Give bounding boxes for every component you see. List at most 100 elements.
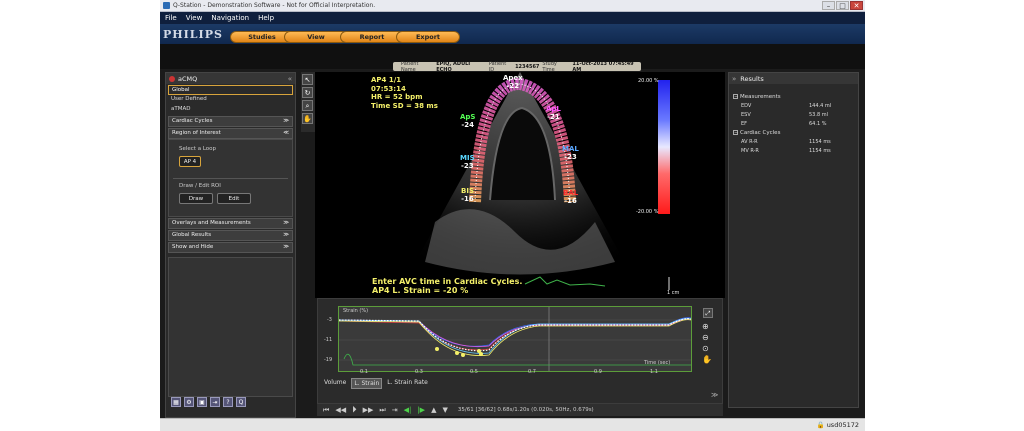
zoom-icon[interactable]: ⌕ — [302, 100, 313, 111]
zoom-in-icon[interactable]: ⊕ — [702, 322, 716, 331]
chevron-down-icon[interactable]: ≫ — [711, 391, 718, 399]
mark-icon[interactable]: ⇥ — [392, 406, 398, 414]
segment-bis: BIS -16 — [461, 187, 474, 203]
qlab-icon[interactable]: Q — [236, 397, 246, 407]
menu-navigation[interactable]: Navigation — [211, 14, 249, 22]
segment-mis: MIS -23 — [460, 154, 475, 170]
status-bar: 🔒 usd05172 — [160, 418, 865, 431]
study-time: 11-Oct-2013 07:45:49 AM — [572, 60, 634, 73]
ytick: -19 — [324, 357, 333, 363]
status-message: Enter AVC time in Cardiac Cycles. AP4 L.… — [372, 277, 523, 295]
collapse-icon[interactable]: « — [288, 75, 292, 83]
section-overlays[interactable]: Overlays and Measurements ≫ — [168, 217, 293, 229]
header-bar: PHILIPS Studies View Report Export — [160, 24, 865, 44]
tab-view[interactable]: View — [284, 31, 348, 43]
menu-file[interactable]: File — [165, 14, 177, 22]
step-forward-icon[interactable]: ▶▶ — [363, 406, 374, 414]
ytick: -3 — [327, 317, 332, 323]
measurements-group[interactable]: − Measurements — [729, 92, 858, 101]
loop-start-icon[interactable]: ◀| — [404, 406, 412, 414]
results-header: » Results — [729, 73, 858, 84]
curve-average — [338, 318, 692, 352]
expand-icon[interactable]: ⤢ — [703, 308, 713, 318]
section-global-results[interactable]: Global Results ≫ — [168, 229, 293, 241]
play-icon[interactable]: ⏵ — [352, 405, 357, 415]
pan-hand-icon[interactable]: ✋ — [302, 113, 313, 124]
draw-edit-label: Draw / Edit ROI — [179, 182, 221, 189]
user-name: usd05172 — [826, 421, 859, 429]
xtick: 0.5 — [470, 369, 478, 375]
select-loop-label: Select a Loop — [179, 145, 217, 152]
result-row: EDV 144.4 ml — [741, 102, 832, 109]
curve-mis — [338, 318, 692, 354]
results-panel: » Results − Measurements EDV 144.4 ml ESV 5… — [728, 72, 859, 408]
zoom-reset-icon[interactable]: ⊙ — [702, 344, 716, 353]
panel-title: aCMQ — [178, 74, 198, 83]
results-title: Results — [740, 74, 764, 83]
menu-bar: File View Navigation Help — [160, 12, 865, 24]
curve-ylabel: Strain (%) — [343, 308, 369, 314]
tab-l-strain[interactable]: L. Strain — [351, 378, 383, 389]
collapse-icon: ≪ — [283, 130, 289, 136]
zoom-out-icon[interactable]: ⊖ — [702, 333, 716, 342]
preset-atmad[interactable]: aTMAD — [168, 104, 293, 114]
settings-icon[interactable]: ⚙ — [184, 397, 194, 407]
pointer-icon[interactable]: ↖ — [302, 74, 313, 85]
section-show-hide[interactable]: Show and Hide ≫ — [168, 241, 293, 253]
minimize-button[interactable]: – — [822, 1, 835, 10]
playback-info: 35/61 [36/62] 0.68s/1.20s (0.020s, 50Hz,… — [457, 407, 594, 413]
loop-ap4-button[interactable]: AP 4 — [179, 155, 201, 167]
title-bar: Q-Station - Demonstration Software - Not… — [160, 0, 865, 12]
menu-view[interactable]: View — [186, 14, 203, 22]
cardiac-cycles-group[interactable]: − Cardiac Cycles — [729, 128, 858, 137]
edit-button[interactable]: Edit — [217, 192, 251, 204]
section-cardiac-cycles[interactable]: Cardiac Cycles ≫ — [168, 115, 293, 127]
strain-curve-panel: Strain (%) Time (sec) -3 -11 -19 0.1 0.3… — [317, 298, 723, 404]
step-back-icon[interactable]: ◀◀ — [335, 406, 346, 414]
loop-info: AP4 1/1 07:53:14 HR = 52 bpm Time SD = 3… — [371, 76, 438, 110]
tab-export[interactable]: Export — [396, 31, 460, 43]
xtick: 0.1 — [360, 369, 368, 375]
maximize-button[interactable]: □ — [836, 1, 849, 10]
patient-info: Patient Name EPIQ, ADULT ECHO Patient ID 1… — [393, 60, 641, 73]
ecg-curve — [343, 353, 691, 366]
pan-hand-icon[interactable]: ✋ — [702, 355, 716, 364]
loop-end-icon[interactable]: |▶ — [417, 406, 425, 414]
strain-colorbar — [658, 80, 670, 214]
collapse-icon: − — [733, 94, 739, 100]
result-row: EF 64.1 % — [741, 120, 827, 127]
last-frame-icon[interactable]: ⏭ — [379, 406, 385, 415]
colorbar-min-label: -20.00 % — [636, 209, 659, 215]
result-row: MV R-R 1154 ms — [741, 147, 831, 154]
xtick: 1.1 — [650, 369, 658, 375]
expand-icon: ≫ — [283, 118, 289, 124]
xtick: 0.9 — [594, 369, 602, 375]
save-icon[interactable]: ▣ — [197, 397, 207, 407]
peak-marker — [455, 351, 459, 355]
section-region-of-interest[interactable]: Region of Interest ≪ — [168, 127, 293, 139]
tab-report[interactable]: Report — [340, 31, 404, 43]
xtick: 0.3 — [415, 369, 423, 375]
preset-global[interactable]: Global — [168, 85, 293, 95]
faster-icon[interactable]: ▼ — [442, 406, 447, 414]
xtick: 0.7 — [528, 369, 536, 375]
menu-help[interactable]: Help — [258, 14, 274, 22]
first-frame-icon[interactable]: ⏮ — [323, 406, 329, 415]
help-icon[interactable]: ? — [223, 397, 233, 407]
expand-icon[interactable]: » — [732, 75, 736, 83]
close-button[interactable]: ✕ — [850, 1, 863, 10]
grid-icon[interactable]: ▦ — [171, 397, 181, 407]
export-icon[interactable]: ⇥ — [210, 397, 220, 407]
window-title: Q-Station - Demonstration Software - Not… — [173, 2, 376, 9]
strain-curve-plot[interactable]: Strain (%) Time (sec) — [338, 306, 692, 372]
peak-marker — [435, 347, 439, 351]
rotate-icon[interactable]: ↻ — [302, 87, 313, 98]
patient-name: EPIQ, ADULT ECHO — [436, 60, 471, 73]
tab-volume[interactable]: Volume — [322, 378, 348, 389]
segment-aps: ApS -24 — [460, 113, 476, 129]
slower-icon[interactable]: ▲ — [431, 406, 436, 414]
draw-button[interactable]: Draw — [179, 192, 213, 204]
preset-user-defined[interactable]: User Defined — [168, 95, 293, 105]
roi-section-body: Select a Loop AP 4 Draw / Edit ROI Draw … — [168, 138, 293, 217]
tab-l-strain-rate[interactable]: L. Strain Rate — [385, 378, 430, 389]
